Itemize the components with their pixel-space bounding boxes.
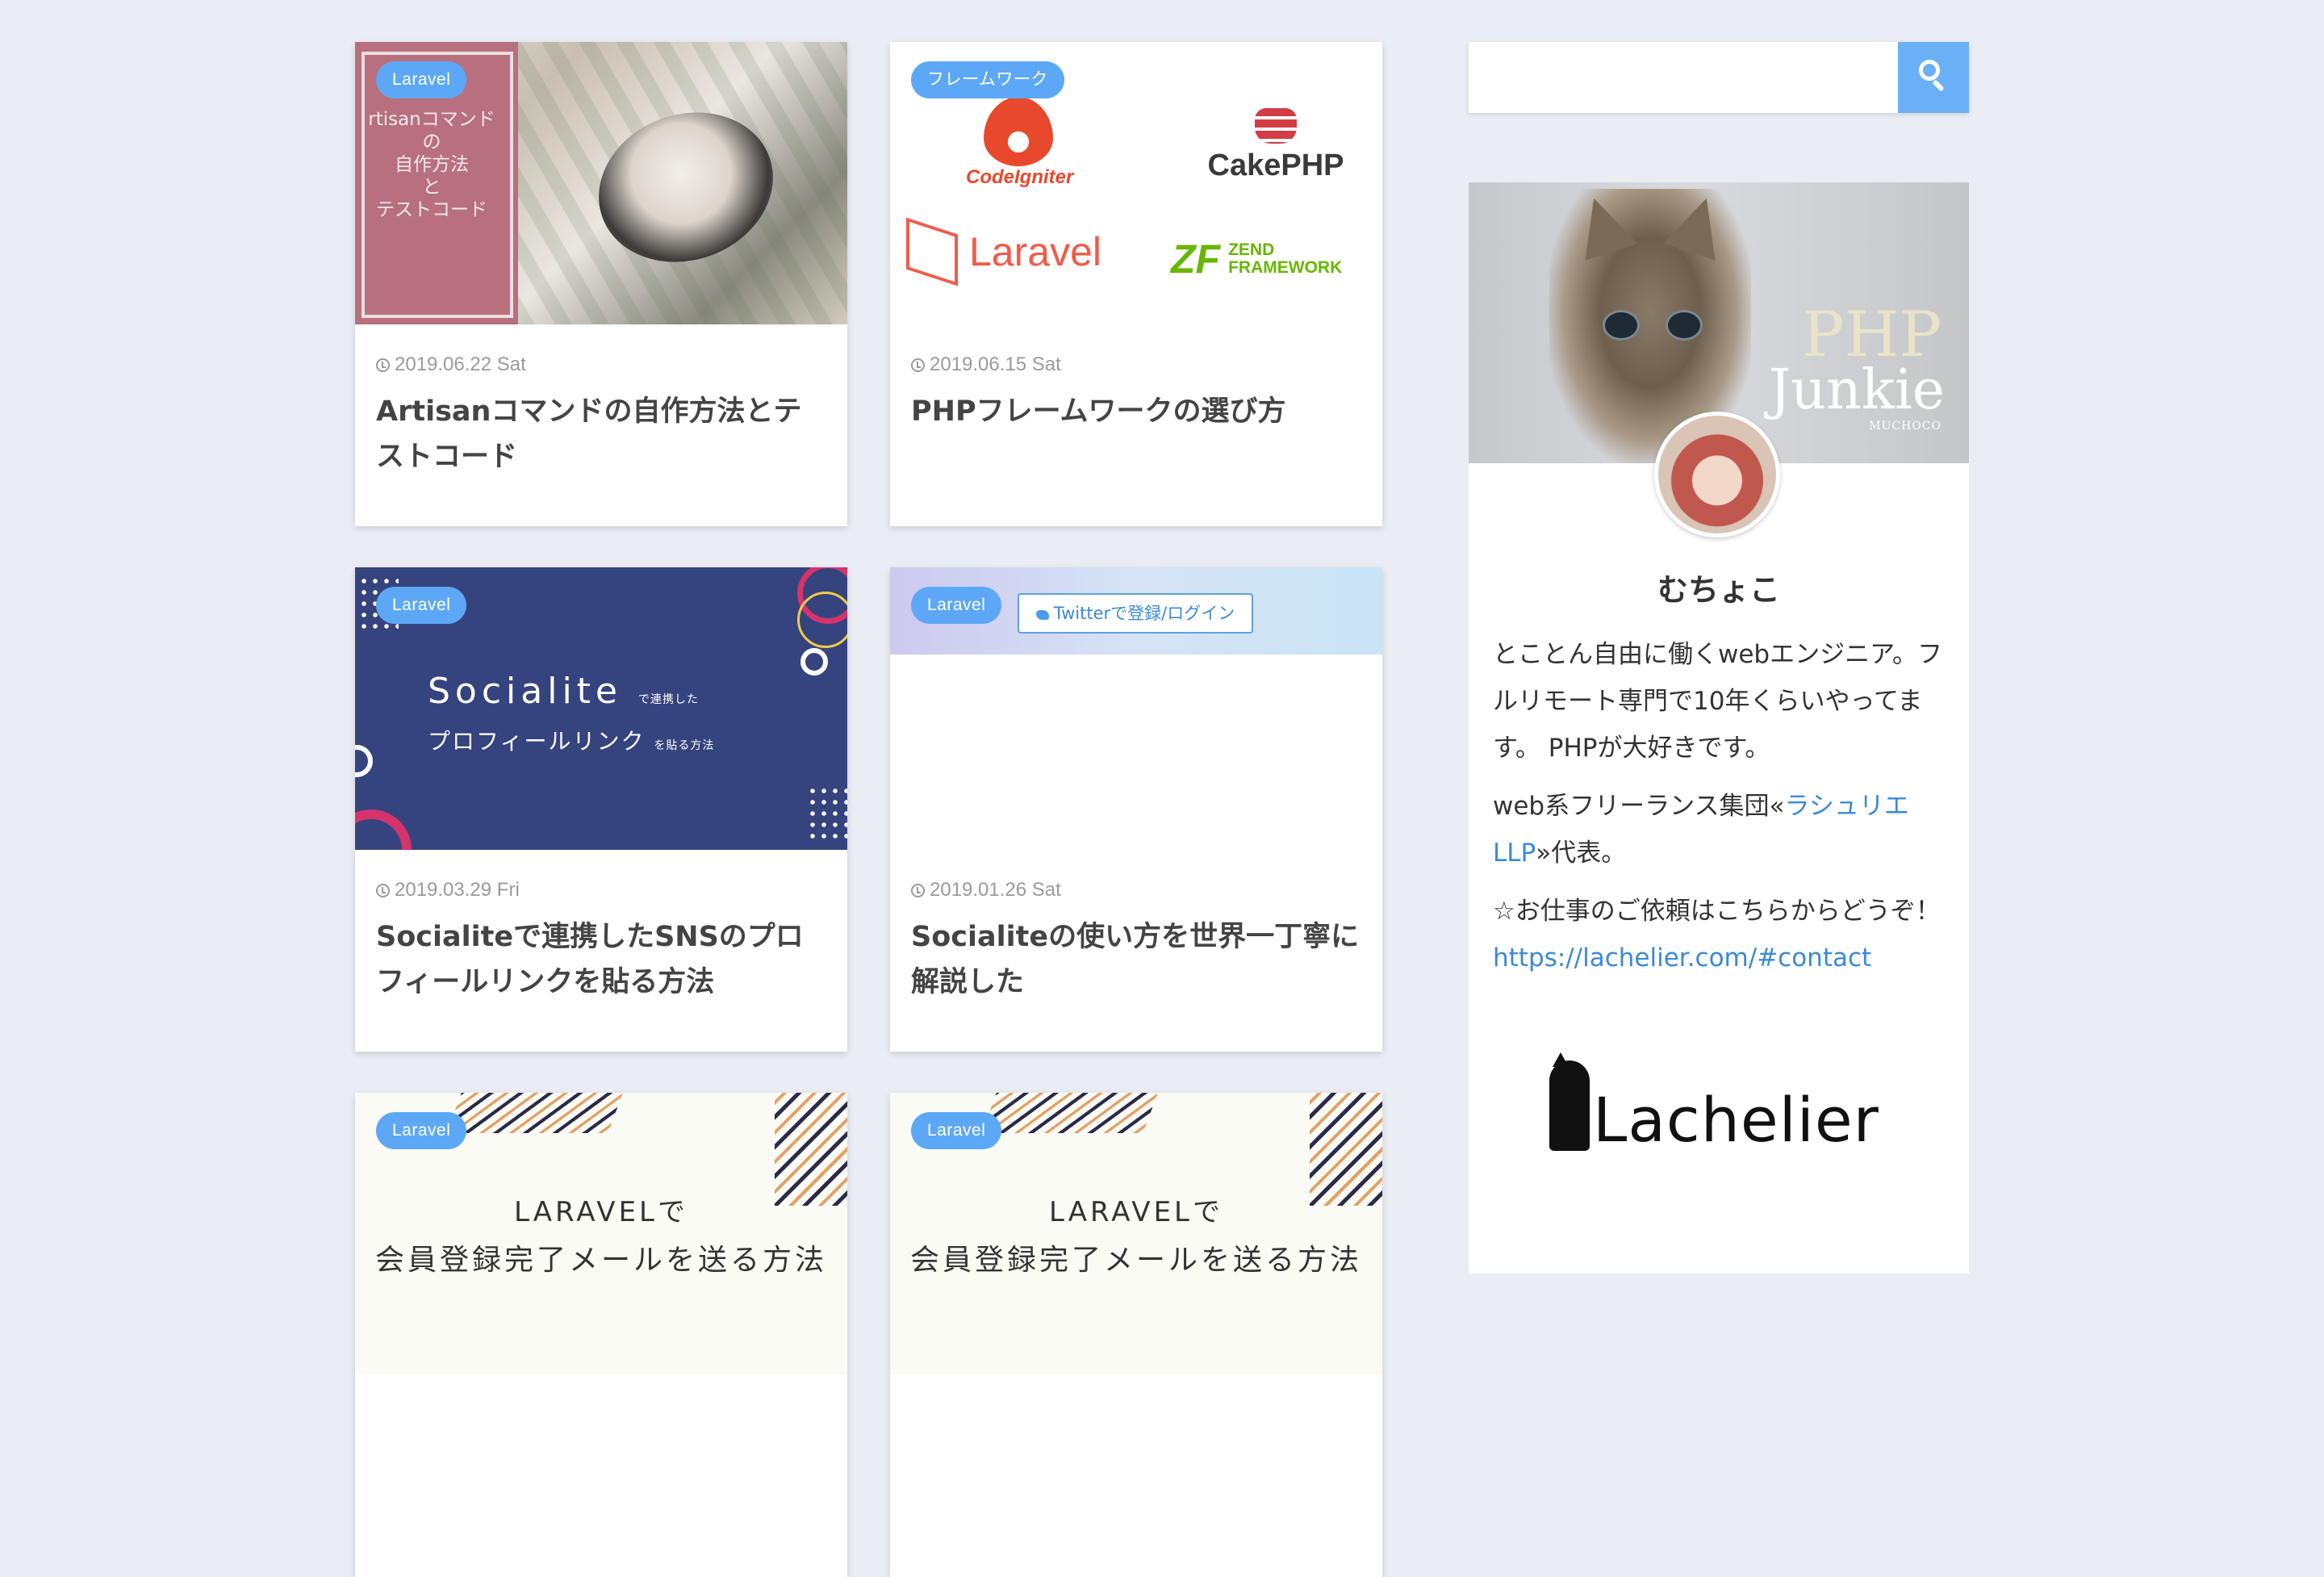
post-card[interactable]: Twitterで登録/ログイン Laravel 2019.01.26 Sat S… [890,567,1382,1052]
twitter-bird-icon [1035,610,1049,620]
decor-stripes [981,1093,1170,1133]
cakephp-logo: CakePHP [1195,108,1356,183]
profile-bio: とことん自由に働くwebエンジニア。フルリモート専門で10年くらいやってます。 … [1493,640,1943,973]
category-badge[interactable]: Laravel [376,61,467,98]
decor-ring [797,592,847,648]
post-title[interactable]: Artisanコマンドの自作方法とテストコード [376,389,828,479]
flame-icon [984,97,1053,166]
post-card[interactable]: Socialite で連携した プロフィールリンク を貼る方法 Laravel … [355,567,847,1052]
post-card[interactable]: LARAVELで 会員登録完了メールを送る方法 Laravel [355,1093,847,1577]
laravel-logo: Laravel [906,217,1101,287]
cat-silhouette-icon [1549,1052,1590,1151]
lachelier-logo[interactable]: Lachelier [1549,1052,1879,1156]
thumbnail-title-text: LARAVELで [1049,1196,1223,1228]
cake-icon [1255,108,1297,144]
decor-stripes [446,1093,635,1133]
twitter-login-button: Twitterで登録/ログイン [1018,593,1253,634]
thumbnail-subtitle-text: 会員登録完了メールを送る方法 [909,1244,1362,1277]
zend-framework-logo: ZF ZEND FRAMEWORK [1171,236,1343,282]
clock-icon [376,883,390,897]
thumbnail-title-text: rtisanコマンド の 自作方法 と テストコード [368,109,495,220]
decor-ring [355,809,412,850]
contact-link[interactable]: https://lachelier.com/#contact [1493,943,1871,973]
thumbnail-title-text: Socialite で連携した [428,671,699,712]
codeigniter-logo: CodeIgniter [966,97,1073,189]
clock-icon [376,358,390,372]
clock-icon [911,358,925,372]
search-input[interactable] [1469,42,1898,113]
decor-stripes [775,1093,847,1206]
thumbnail-title-text: LARAVELで [514,1196,688,1228]
thumbnail-subtitle-text: 会員登録完了メールを送る方法 [374,1244,827,1277]
search-form [1469,42,1969,113]
post-title[interactable]: Socialiteの使い方を世界一丁寧に解説した [911,914,1363,1005]
laravel-mark-icon [906,217,958,287]
logo-text: Lachelier [1593,1084,1879,1156]
category-badge[interactable]: Laravel [376,1112,467,1149]
profile-name: むちょこ [1657,572,1780,608]
decor-dots [807,785,847,842]
post-date: 2019.06.22 Sat [376,353,526,376]
clock-icon [911,883,925,897]
banner-caption: MUCHOCO [1869,420,1942,433]
post-date: 2019.01.26 Sat [911,879,1061,901]
category-badge[interactable]: Laravel [911,587,1002,624]
decor-ring [355,745,373,777]
post-card[interactable]: rtisanコマンド の 自作方法 と テストコード Laravel 2019.… [355,42,847,526]
decor-stripes [1310,1093,1382,1206]
post-title[interactable]: Socialiteで連携したSNSのプロフィールリンクを貼る方法 [376,914,828,1005]
decor-ring [800,648,828,676]
banner-subtitle: Junkie [1768,358,1945,422]
thumbnail-subtitle-text: プロフィールリンク を貼る方法 [428,728,715,755]
search-icon [1919,60,1940,81]
post-title[interactable]: PHPフレームワークの選び方 [911,389,1363,434]
post-card[interactable]: LARAVELで 会員登録完了メールを送る方法 Laravel [890,1093,1382,1577]
category-badge[interactable]: フレームワーク [911,61,1064,98]
post-date: 2019.03.29 Fri [376,879,520,901]
category-badge[interactable]: Laravel [376,587,467,624]
post-card[interactable]: CodeIgniter CakePHP Laravel ZF ZEND FRAM… [890,42,1382,526]
category-badge[interactable]: Laravel [911,1112,1002,1149]
profile-widget: PHP Junkie MUCHOCO むちょこ とことん自由に働くwebエンジニ… [1469,182,1969,1274]
post-date: 2019.06.15 Sat [911,353,1061,376]
search-button[interactable] [1898,42,1969,113]
avatar [1654,412,1780,538]
